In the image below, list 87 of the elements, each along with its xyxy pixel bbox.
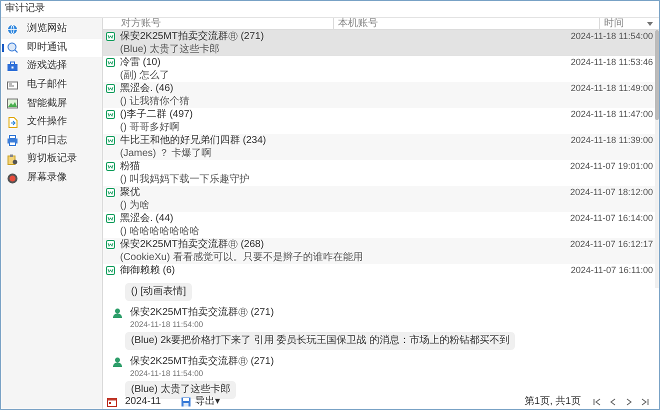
- table-row[interactable]: 保安2K25MT拍卖交流群㊐ (268) 2024-11-07 16:12:17 (CookieXu) 看看感觉可以。只要不是辫子的谁咋在能用: [103, 238, 655, 264]
- sidebar-item[interactable]: 即时通讯: [1, 38, 102, 58]
- contact-name: 保安2K25MT拍卖交流群㊐ (271): [120, 32, 265, 42]
- time-cell: 2024-11-18 11:39:00: [570, 136, 653, 145]
- message-preview: (副) 怎么了: [120, 70, 170, 80]
- time-cell: 2024-11-07 18:12:00: [570, 188, 653, 197]
- month-label: 2024-11: [125, 396, 161, 406]
- page-indicator: 第1页, 共1页: [524, 396, 581, 406]
- sender-name: 保安2K25MT拍卖交流群㊐ (271): [130, 357, 274, 367]
- sidebar-item[interactable]: 文件操作: [1, 112, 102, 132]
- person-icon: [113, 308, 122, 318]
- contact-name: 黑涩会. (44): [120, 214, 174, 224]
- chat-icon: [106, 136, 115, 145]
- message-preview: () 让我猜你个猜: [120, 96, 190, 106]
- last-page-icon[interactable]: [641, 398, 649, 406]
- sidebar-item[interactable]: 浏览网站: [1, 20, 102, 39]
- contact-name: 聚优: [120, 188, 141, 198]
- table-row[interactable]: 黑涩会. (46) 2024-11-18 11:49:00 () 让我猜你个猜: [103, 82, 655, 108]
- contact-name: 御御赖赖 (6): [120, 266, 176, 276]
- table-row[interactable]: 冷雷 (10) 2024-11-18 11:53:46 (副) 怎么了: [103, 56, 655, 82]
- table-row[interactable]: ()李子二群 (497) 2024-11-18 11:47:00 () 哥哥多好啊: [103, 108, 655, 134]
- sidebar-item[interactable]: 剪切板记录: [1, 150, 102, 169]
- chat-icon: [106, 84, 115, 93]
- table-row[interactable]: 粉猫 2024-11-07 19:01:00 () 叫我妈妈下载一下乐趣守护: [103, 160, 655, 186]
- message-bubble: () [动画表情]: [125, 283, 192, 301]
- table-row[interactable]: 牛比王和他的好兄弟们四群 (234) 2024-11-18 11:39:00 (James) ？ 卡爆了啊: [103, 134, 655, 160]
- sidebar-item[interactable]: 电子邮件: [1, 76, 102, 94]
- column-header[interactable]: 时间: [600, 18, 647, 30]
- sidebar-icon: [7, 80, 18, 91]
- next-page-icon[interactable]: [625, 398, 633, 406]
- caret-icon[interactable]: [647, 22, 653, 26]
- calendar-icon[interactable]: [107, 396, 117, 406]
- sidebar-item[interactable]: 智能截屏: [1, 94, 102, 113]
- first-page-icon[interactable]: [593, 398, 601, 406]
- contact-name: 粉猫: [120, 162, 141, 172]
- message-time: 2024-11-18 11:54:00: [130, 370, 204, 378]
- sidebar-icon: [7, 42, 18, 54]
- message-preview: () 哈哈哈哈哈哈哈: [120, 226, 200, 236]
- table-row[interactable]: 御御赖赖 (6) 2024-11-07 16:11:00: [103, 264, 655, 277]
- contact-name: 黑涩会. (46): [120, 84, 174, 94]
- time-cell: 2024-11-07 16:14:00: [570, 214, 653, 223]
- time-cell: 2024-11-18 11:49:00: [570, 84, 653, 93]
- window-title: 审计记录: [5, 4, 45, 14]
- time-cell: 2024-11-07 16:11:00: [570, 266, 653, 275]
- contact-name: ()李子二群 (497): [120, 110, 194, 120]
- sidebar-item[interactable]: 游戏选择: [1, 57, 102, 76]
- chat-icon: [106, 162, 115, 171]
- previous-page-icon[interactable]: [609, 398, 617, 406]
- table-row[interactable]: 保安2K25MT拍卖交流群㊐ (271) 2024-11-18 11:54:00 (Blue) 太贵了这些卡郎: [103, 30, 655, 56]
- message-bubble: (Blue) 2k要把价格打下来了 引用 委员长玩王国保卫战 的消息：市场上的粉钻都买不到: [125, 332, 516, 350]
- scrollbar[interactable]: [655, 30, 659, 288]
- chat-icon: [106, 58, 115, 67]
- time-cell: 2024-11-07 19:01:00: [570, 162, 653, 171]
- time-cell: 2024-11-18 11:53:46: [570, 58, 653, 67]
- chat-icon: [106, 266, 115, 275]
- message-preview: () 哥哥多好啊: [120, 122, 180, 132]
- time-cell: 2024-11-18 11:54:00: [570, 32, 653, 41]
- sidebar-icon: [7, 154, 18, 165]
- contact-name: 牛比王和他的好兄弟们四群 (234): [120, 136, 268, 146]
- chat-icon: [106, 110, 115, 119]
- message-preview: (CookieXu) 看看感觉可以。只要不是辫子的谁咋在能用: [120, 252, 363, 262]
- table-row[interactable]: 黑涩会. (44) 2024-11-07 16:14:00 () 哈哈哈哈哈哈哈: [103, 212, 655, 238]
- selection-indicator: [2, 44, 4, 52]
- chat-icon: [106, 188, 115, 197]
- chat-icon: [106, 32, 115, 41]
- message-time: 2024-11-18 11:54:00: [130, 321, 204, 329]
- contact-name: 冷雷 (10): [120, 58, 162, 68]
- contact-name: 保安2K25MT拍卖交流群㊐ (268): [120, 240, 265, 250]
- sidebar-icon: [7, 172, 18, 184]
- message-preview: () 为啥: [120, 200, 150, 210]
- message-preview: () 叫我妈妈下载一下乐趣守护: [120, 174, 250, 184]
- sidebar-item[interactable]: 屏幕录像: [1, 168, 102, 188]
- message-preview: (Blue) 太贵了这些卡郎: [120, 44, 220, 54]
- time-cell: 2024-11-18 11:47:00: [570, 110, 653, 119]
- sidebar-icon: [7, 135, 18, 146]
- chat-icon: [106, 214, 115, 223]
- message-preview: (James) ？ 卡爆了啊: [120, 148, 212, 158]
- sidebar-icon: [7, 24, 18, 35]
- sidebar-icon: [7, 116, 18, 128]
- person-icon: [113, 357, 122, 367]
- table-row[interactable]: 聚优 2024-11-07 18:12:00 () 为啥: [103, 186, 655, 212]
- sidebar-icon: [7, 60, 18, 72]
- time-cell: 2024-11-07 16:12:17: [570, 240, 653, 249]
- sender-name: 保安2K25MT拍卖交流群㊐ (271): [130, 308, 274, 318]
- sidebar-icon: [7, 98, 18, 110]
- sidebar-item[interactable]: 打印日志: [1, 132, 102, 150]
- chat-icon: [106, 240, 115, 249]
